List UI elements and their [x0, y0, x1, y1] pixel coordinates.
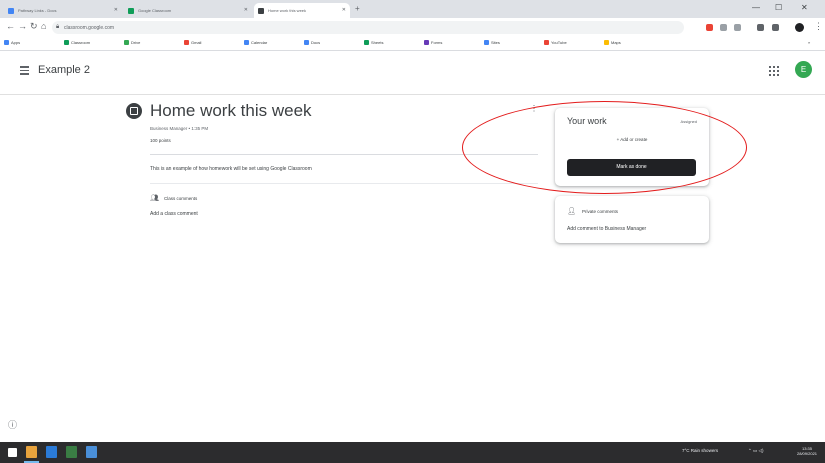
apps-icon: [4, 40, 9, 45]
hamburger-menu-icon[interactable]: [20, 66, 29, 75]
bookmark-item[interactable]: Gmail: [184, 40, 201, 45]
close-tab-icon[interactable]: ✕: [114, 7, 118, 13]
bookmark-item[interactable]: Drive: [124, 40, 140, 45]
system-tray-icons[interactable]: ⌃ ▭ ◁): [748, 448, 763, 454]
assignment-points: 100 points: [150, 138, 171, 143]
bookmark-favicon-icon: [364, 40, 369, 45]
chrome-taskbar-icon[interactable]: [26, 446, 37, 458]
bookmark-favicon-icon: [64, 40, 69, 45]
bookmark-favicon-icon: [304, 40, 309, 45]
tab-label: Google Classroom: [138, 8, 172, 13]
browser-tab-2[interactable]: Google Classroom ✕: [124, 3, 252, 18]
lock-icon: 🔒︎: [56, 24, 60, 30]
bookmark-item[interactable]: Sheets: [364, 40, 383, 45]
back-icon[interactable]: ←: [6, 21, 15, 31]
app-taskbar-icon[interactable]: [66, 446, 77, 458]
bookmark-item[interactable]: Forms: [424, 40, 442, 45]
windows-taskbar: 7°C Rain showers ⌃ ▭ ◁) 13:35 28/09/2021: [0, 442, 825, 463]
assignment-meta: Business Manager • 1:35 PM: [150, 126, 209, 131]
reload-icon[interactable]: ↻: [30, 21, 38, 32]
bookmark-favicon-icon: [244, 40, 249, 45]
browser-toolbar: ← → ↻ ⌂ 🔒︎ classroom.google.com ⋮: [0, 18, 825, 37]
browser-tab-strip: Pathway Links - Docs ✕ Google Classroom …: [0, 0, 825, 18]
assignment-icon: [126, 103, 142, 119]
bookmark-item[interactable]: Maps: [604, 40, 621, 45]
taskbar-clock[interactable]: 13:35 28/09/2021: [797, 446, 817, 456]
private-comments-label: Private comments: [582, 209, 619, 214]
home-icon[interactable]: ⌂: [41, 21, 46, 31]
bookmark-item[interactable]: Calendar: [244, 40, 267, 45]
assignment-title: Home work this week: [150, 101, 312, 120]
bookmarks-overflow-icon[interactable]: »: [808, 40, 810, 45]
classroom-app-bar: Example 2 E: [0, 51, 825, 95]
bookmark-favicon-icon: [184, 40, 189, 45]
assignment-favicon-icon: [258, 8, 264, 14]
divider: [150, 183, 538, 184]
add-private-comment-link[interactable]: Add comment to Business Manager: [567, 226, 646, 232]
bookmark-item[interactable]: Apps: [4, 40, 20, 45]
class-name[interactable]: Example 2: [38, 64, 90, 76]
private-comments-card: 👤︎ Private comments Add comment to Busin…: [555, 196, 709, 243]
browser-tab-3-active[interactable]: Home work this week ✕: [254, 3, 350, 18]
avatar[interactable]: E: [795, 61, 812, 78]
file-explorer-icon[interactable]: [46, 446, 57, 458]
bookmark-favicon-icon: [124, 40, 129, 45]
add-class-comment-link[interactable]: Add a class comment: [150, 211, 198, 217]
bookmark-favicon-icon: [604, 40, 609, 45]
reading-list-icon[interactable]: [772, 24, 779, 31]
person-icon: 👤︎: [567, 208, 576, 215]
help-icon[interactable]: ⓘ: [8, 418, 17, 431]
assignment-description: This is an example of how homework will …: [150, 166, 312, 172]
close-tab-icon[interactable]: ✕: [342, 7, 346, 13]
docs-favicon-icon: [8, 8, 14, 14]
address-bar[interactable]: 🔒︎ classroom.google.com: [52, 21, 684, 34]
bookmark-favicon-icon: [424, 40, 429, 45]
windows-start-icon[interactable]: [8, 448, 17, 457]
classroom-favicon-icon: [128, 8, 134, 14]
extension-icon[interactable]: [734, 24, 741, 31]
extension-icon[interactable]: [720, 24, 727, 31]
extensions-puzzle-icon[interactable]: [757, 24, 764, 31]
browser-tab-1[interactable]: Pathway Links - Docs ✕: [4, 3, 122, 18]
minimize-icon[interactable]: —: [752, 3, 760, 12]
app-taskbar-icon[interactable]: [86, 446, 97, 458]
red-highlight-ellipse: [462, 101, 747, 194]
date: 28/09/2021: [797, 451, 818, 456]
bookmark-item[interactable]: YouTube: [544, 40, 567, 45]
profile-icon[interactable]: [795, 23, 804, 32]
bookmarks-bar: Apps Classroom Drive Gmail Calendar Docs…: [0, 37, 825, 51]
bookmark-item[interactable]: Sites: [484, 40, 500, 45]
browser-menu-icon[interactable]: ⋮: [814, 21, 823, 32]
url-text: classroom.google.com: [64, 25, 115, 31]
bookmark-item[interactable]: Classroom: [64, 40, 90, 45]
bookmark-item[interactable]: Docs: [304, 40, 320, 45]
bookmark-favicon-icon: [544, 40, 549, 45]
new-tab-icon[interactable]: +: [355, 4, 360, 13]
close-tab-icon[interactable]: ✕: [244, 7, 248, 13]
google-apps-icon[interactable]: [769, 66, 779, 76]
tab-label: Pathway Links - Docs: [18, 8, 57, 13]
maximize-icon[interactable]: ☐: [775, 3, 782, 12]
weather-widget[interactable]: 7°C Rain showers: [682, 448, 718, 453]
extension-icon[interactable]: [706, 24, 713, 31]
people-icon: 👥︎: [150, 195, 159, 202]
forward-icon[interactable]: →: [18, 21, 27, 31]
class-comments-label: Class comments: [164, 196, 198, 201]
tab-label: Home work this week: [268, 8, 307, 13]
bookmark-favicon-icon: [484, 40, 489, 45]
close-window-icon[interactable]: ✕: [801, 3, 808, 12]
